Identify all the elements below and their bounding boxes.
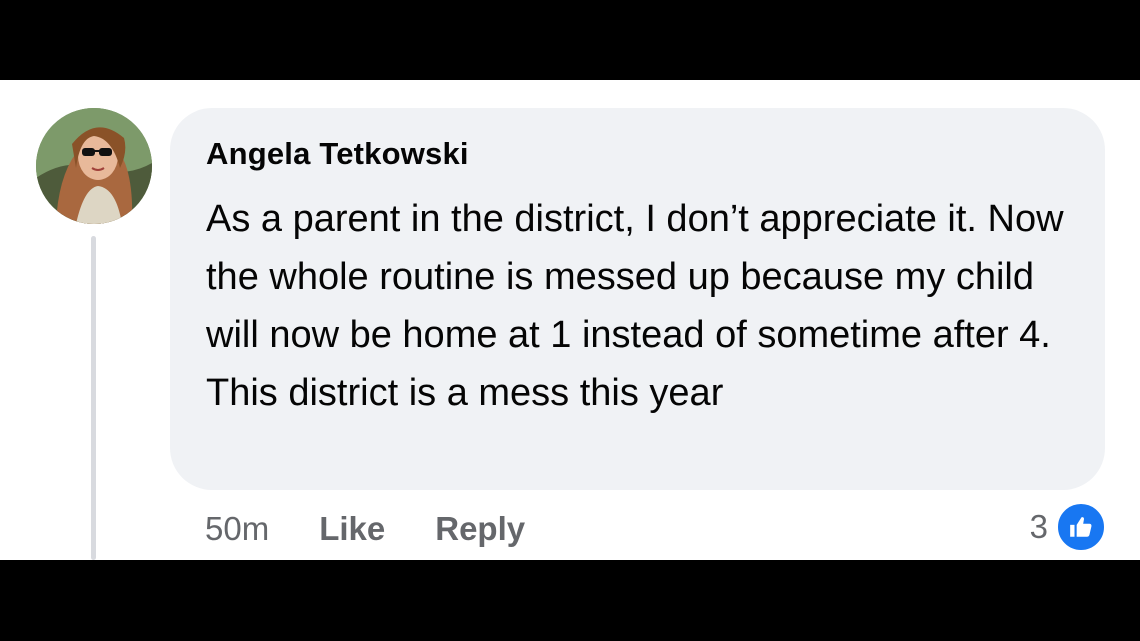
reaction-count: 3	[1029, 508, 1048, 545]
comment-thread: Angela Tetkowski As a parent in the dist…	[0, 80, 1140, 560]
thread-line	[91, 236, 96, 560]
comment-author[interactable]: Angela Tetkowski	[206, 136, 469, 172]
comment-bubble: Angela Tetkowski As a parent in the dist…	[170, 108, 1105, 490]
comment-actions: 50m Like Reply	[205, 504, 575, 554]
avatar-photo	[36, 108, 152, 224]
reply-button[interactable]: Reply	[435, 510, 525, 548]
comment-text: As a parent in the district, I don’t app…	[206, 198, 1064, 414]
letterbox-top	[0, 0, 1140, 80]
comment-timestamp[interactable]: 50m	[205, 510, 269, 548]
letterbox-bottom	[0, 560, 1140, 641]
thumbs-up-icon	[1056, 502, 1106, 552]
like-button[interactable]: Like	[319, 510, 385, 548]
avatar[interactable]	[36, 108, 152, 224]
reaction-summary[interactable]: 3	[1030, 502, 1106, 552]
